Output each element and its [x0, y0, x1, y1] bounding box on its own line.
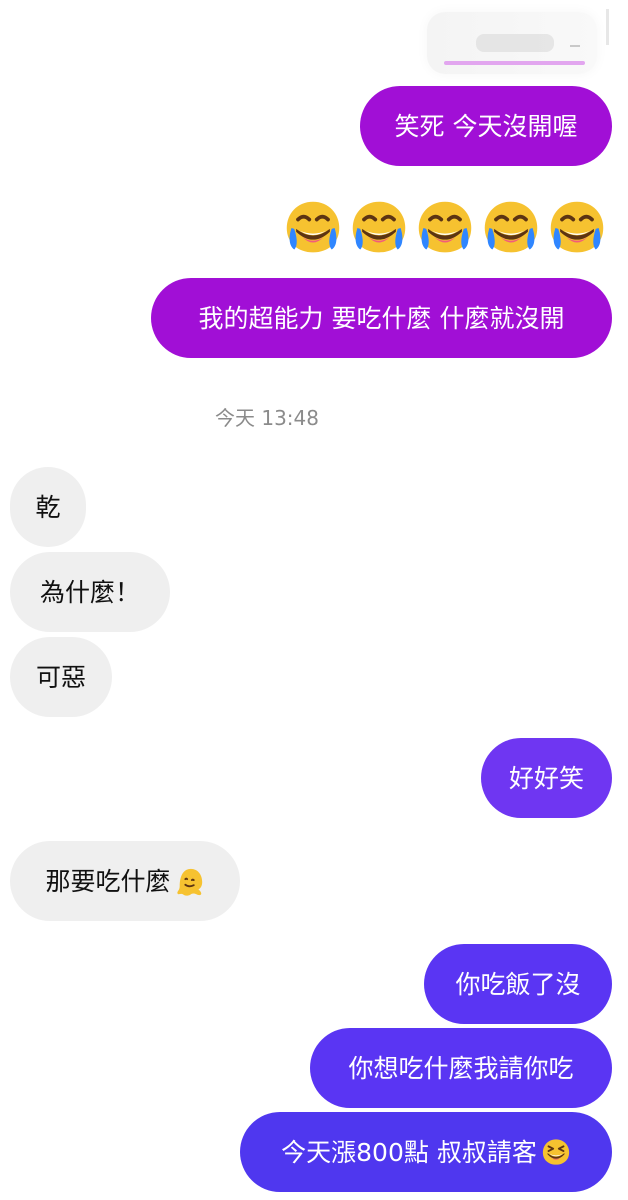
message-text: 你想吃什麼我請你吃 — [348, 1053, 574, 1083]
laugh-icon — [550, 201, 604, 253]
message-text: 為什麼！ — [39, 577, 140, 607]
laugh-icon — [484, 201, 538, 253]
message-text: 你吃飯了沒 — [455, 969, 581, 999]
message-text: 笑死 今天沒開喔 — [394, 111, 578, 141]
message-text: 今天漲800點 叔叔請客 — [281, 1137, 537, 1167]
blurred-content — [476, 34, 554, 52]
message-bubble-outgoing[interactable]: 今天漲800點 叔叔請客 — [240, 1112, 612, 1192]
laugh-icon — [286, 201, 340, 253]
timestamp: 今天 13:48 — [215, 406, 319, 430]
message-bubble-outgoing[interactable]: 笑死 今天沒開喔 — [360, 86, 612, 166]
message-text: 那要吃什麼 — [45, 866, 171, 896]
message-bubble-incoming[interactable]: 為什麼！ — [10, 552, 170, 632]
blurred-mark — [570, 45, 580, 47]
message-bubble-incoming[interactable]: 乾 — [10, 467, 86, 547]
blurred-media-preview[interactable] — [427, 12, 597, 74]
message-text: 乾 — [35, 492, 61, 522]
message-bubble-outgoing[interactable]: 你吃飯了沒 — [424, 944, 612, 1024]
message-bubble-incoming[interactable]: 那要吃什麼 — [10, 841, 240, 921]
message-bubble-outgoing[interactable]: 你想吃什麼我請你吃 — [310, 1028, 612, 1108]
scroll-edge — [606, 9, 609, 45]
laugh-icon — [352, 201, 406, 253]
laugh-icon — [418, 201, 472, 253]
emoji-message[interactable] — [283, 197, 613, 257]
message-bubble-incoming[interactable]: 可惡 — [10, 637, 112, 717]
message-bubble-outgoing[interactable]: 我的超能力 要吃什麼 什麼就沒開 — [151, 278, 612, 358]
preview-accent-line — [444, 61, 585, 65]
message-text: 可惡 — [35, 662, 86, 692]
message-text: 我的超能力 要吃什麼 什麼就沒開 — [198, 303, 565, 333]
message-text: 好好笑 — [508, 763, 584, 793]
grinning-squinting-face-icon — [542, 1139, 569, 1165]
message-bubble-outgoing[interactable]: 好好笑 — [481, 738, 612, 818]
melting-face-icon — [176, 868, 202, 896]
